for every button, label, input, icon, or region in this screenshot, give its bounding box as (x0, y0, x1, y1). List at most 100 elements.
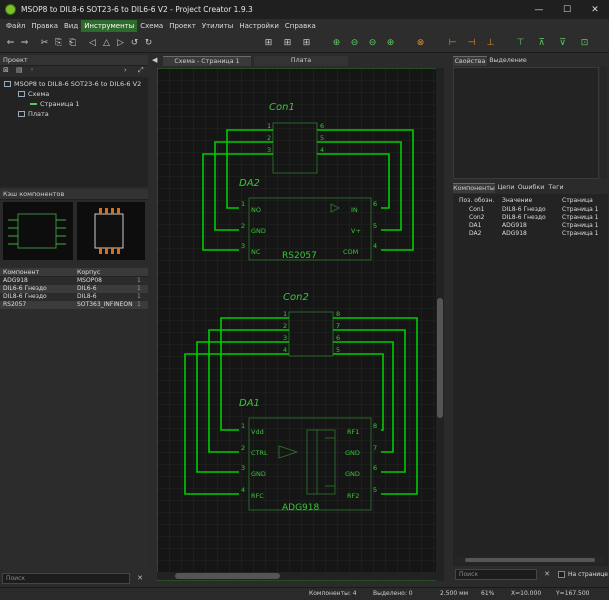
zoom-fit-icon[interactable]: ⊖ (366, 36, 379, 49)
flip-right-icon[interactable]: ▷ (114, 36, 127, 49)
right-clear-search-icon[interactable]: ✕ (541, 569, 553, 580)
close-button[interactable]: ✕ (581, 0, 609, 19)
zoom-in-icon[interactable]: ⊕ (330, 36, 343, 49)
flip-left-icon[interactable]: ◁ (86, 36, 99, 49)
right-search-input[interactable]: Поиск (455, 569, 537, 580)
zoom-out-icon[interactable]: ⊖ (348, 36, 361, 49)
cell-package: SOT363_INFINEON (77, 301, 133, 308)
cell-component: DIL6-6 Гнездо (3, 285, 47, 292)
table-row[interactable]: ADG918 MSOP08 1 (0, 277, 148, 285)
cut-icon[interactable]: ✂ (38, 36, 51, 49)
table-row[interactable]: RS2057 SOT363_INFINEON 1 (0, 301, 148, 309)
vscroll-thumb[interactable] (437, 298, 443, 418)
tree-board-label: Плата (28, 110, 49, 118)
col-value[interactable]: Значение (502, 197, 562, 205)
tree-schema[interactable]: Схема (18, 89, 49, 99)
menu-edit[interactable]: Правка (28, 20, 61, 32)
da2-pin: 2 (241, 222, 245, 230)
grid-fine-icon[interactable]: ⊞ (281, 36, 294, 49)
rotate-cw-icon[interactable]: ↻ (142, 36, 155, 49)
menu-settings[interactable]: Настройки (236, 20, 282, 32)
redo-icon[interactable]: ⇒ (18, 36, 31, 49)
rotate-ccw-icon[interactable]: ↺ (128, 36, 141, 49)
col-package[interactable]: Корпус (75, 268, 137, 276)
grid-icon[interactable]: ⊞ (262, 36, 275, 49)
col-ref[interactable]: Поз. обозн. (455, 197, 502, 205)
da1-value: ADG918 (282, 503, 320, 513)
col-page[interactable]: Страница (562, 197, 606, 205)
col-component[interactable]: Компонент (0, 268, 75, 276)
flip-up-icon[interactable]: △ (100, 36, 113, 49)
menu-utilities[interactable]: Утилиты (199, 20, 237, 32)
ground-icon[interactable]: ⊣ (465, 36, 478, 49)
cell-ref: DA1 (469, 222, 482, 229)
da2-pin-name: COM (343, 248, 358, 256)
schematic-svg: Con1 1 2 3 6 5 4 DA2 RS2057 1 2 3 6 5 4 … (157, 68, 444, 581)
list-item[interactable]: Con1 DIL8-6 Гнездо Страница 1 (455, 206, 606, 214)
list-item[interactable]: DA1 ADG918 Страница 1 (455, 222, 606, 230)
table-row[interactable]: DIL6-6 Гнездо DIL6-6 1 (0, 285, 148, 293)
tab-schematic[interactable]: Схема - Страница 1 (163, 56, 251, 66)
expand-icon[interactable]: ⤢ (138, 66, 144, 75)
maximize-button[interactable]: ☐ (553, 0, 581, 19)
undo-icon[interactable]: ⇐ (4, 36, 17, 49)
status-selected: Выделено: 0 (373, 590, 413, 597)
list-item[interactable]: DA2 ADG918 Страница 1 (455, 230, 606, 238)
tab-scroll-left-icon[interactable]: ◀ (152, 56, 157, 64)
on-page-label: На странице (568, 571, 608, 578)
bus-icon[interactable]: ⊼ (535, 36, 548, 49)
tab-nets[interactable]: Цепи (496, 183, 516, 193)
menu-file[interactable]: Файл (3, 20, 28, 32)
tab-selection[interactable]: Выделение (488, 56, 528, 66)
tab-board[interactable]: Плата (254, 56, 348, 66)
table-row[interactable]: DIL8-6 Гнездо DIL8-6 1 (0, 293, 148, 301)
power-icon[interactable]: ⊢ (446, 36, 459, 49)
tab-errors[interactable]: Ошибки (517, 183, 545, 193)
list-h-scroll-thumb[interactable] (465, 558, 595, 562)
menu-project[interactable]: Проект (166, 20, 199, 32)
tab-components[interactable]: Компоненты (453, 183, 495, 193)
net-label-icon[interactable]: ⊗ (414, 36, 427, 49)
cell-page: Страница 1 (562, 206, 599, 213)
cell-count: 1 (137, 285, 141, 292)
menu-schematic[interactable]: Схема (137, 20, 166, 32)
cell-component: ADG918 (3, 277, 28, 284)
tree-root[interactable]: MSOP8 to DIL8-6 SOT23-6 to DIL6-6 V2 (4, 79, 148, 89)
menu-view[interactable]: Вид (61, 20, 81, 32)
copy-icon[interactable]: ⎘ (52, 36, 65, 49)
grid-snap-icon[interactable]: ⊞ (300, 36, 313, 49)
clear-search-icon[interactable]: ✕ (134, 573, 146, 584)
menu-tools[interactable]: Инструменты (81, 20, 138, 32)
chevron-right-icon[interactable]: › (124, 66, 127, 74)
list-h-scrollbar[interactable] (455, 557, 605, 563)
canvas-horizontal-scrollbar[interactable] (157, 572, 436, 580)
tab-tags[interactable]: Теги (546, 183, 566, 193)
schematic-canvas[interactable]: Con1 1 2 3 6 5 4 DA2 RS2057 1 2 3 6 5 4 … (157, 68, 444, 581)
component-cache-header: Кэш компонентов (0, 189, 148, 200)
da1-pin: 2 (241, 444, 245, 452)
tree-board[interactable]: Плата (18, 109, 49, 119)
zoom-area-icon[interactable]: ⊕ (384, 36, 397, 49)
junction-icon[interactable]: ⊡ (578, 36, 591, 49)
con2-pin: 6 (336, 334, 340, 342)
properties-scrollbar[interactable] (600, 67, 607, 179)
on-page-checkbox[interactable] (558, 571, 565, 578)
tree-page[interactable]: Страница 1 (30, 99, 80, 109)
canvas-vertical-scrollbar[interactable] (436, 68, 444, 581)
status-y: Y=167.500 (556, 590, 590, 597)
menu-help[interactable]: Справка (282, 20, 319, 32)
component-search-input[interactable]: Поиск (2, 573, 130, 584)
list-icon[interactable]: ▤ (16, 66, 23, 74)
ground-alt-icon[interactable]: ⊥ (484, 36, 497, 49)
dot-icon[interactable]: ◦ (30, 66, 34, 74)
minimize-button[interactable]: — (525, 0, 553, 19)
component-preview (0, 200, 148, 264)
bus-entry-icon[interactable]: ⊽ (556, 36, 569, 49)
tab-properties[interactable]: Свойства (453, 56, 487, 66)
list-item[interactable]: Con2 DIL8-6 Гнездо Страница 1 (455, 214, 606, 222)
wire-icon[interactable]: ⊤ (514, 36, 527, 49)
hscroll-thumb[interactable] (175, 573, 280, 579)
paste-icon[interactable]: ⎗ (66, 36, 79, 49)
app-logo-icon (5, 4, 16, 15)
new-icon[interactable]: ⊠ (3, 66, 9, 74)
